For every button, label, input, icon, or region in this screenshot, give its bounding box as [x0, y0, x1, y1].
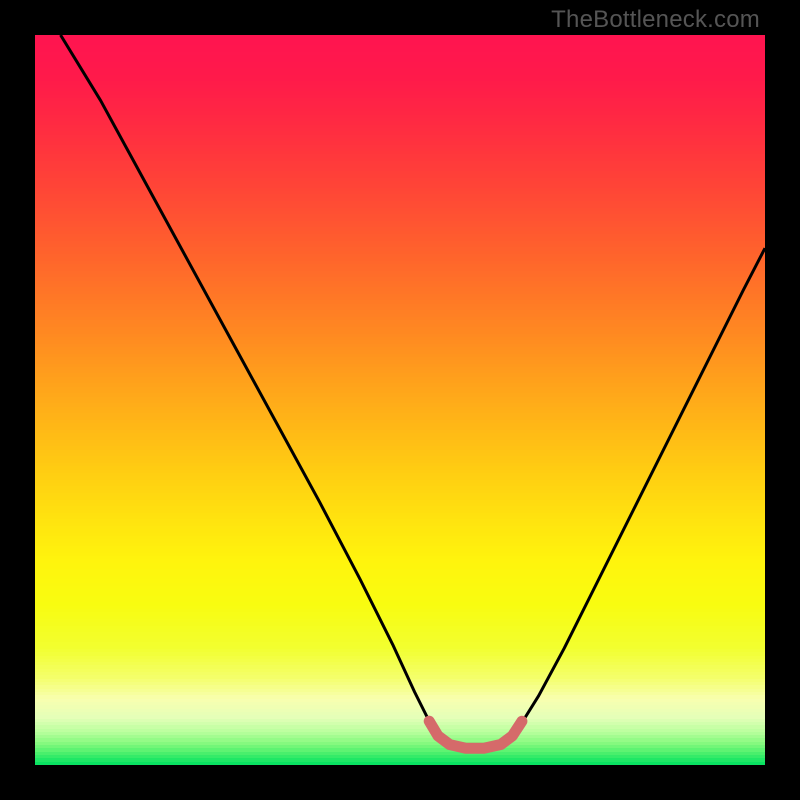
plot-area	[35, 35, 765, 765]
bottleneck-curve	[61, 35, 765, 750]
red-floor-highlight	[429, 721, 522, 748]
curve-layer	[35, 35, 765, 765]
chart-frame: TheBottleneck.com	[0, 0, 800, 800]
watermark-text: TheBottleneck.com	[551, 6, 760, 34]
